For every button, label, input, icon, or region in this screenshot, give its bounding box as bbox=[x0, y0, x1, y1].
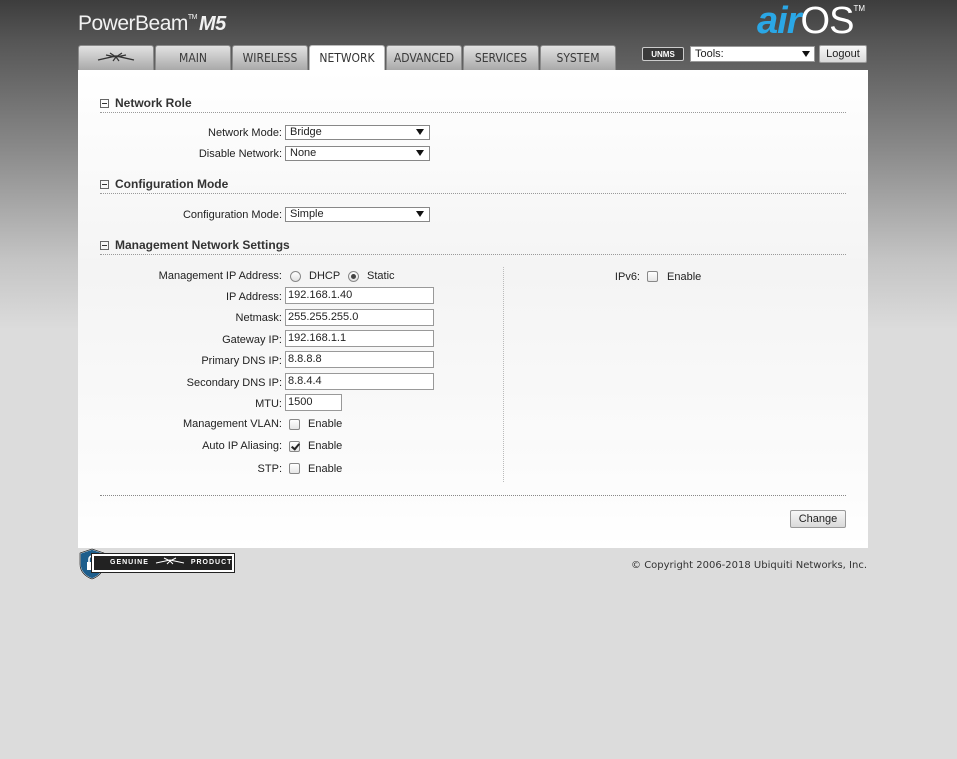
collapse-icon[interactable] bbox=[100, 180, 109, 189]
tools-dropdown[interactable]: Tools: bbox=[690, 46, 815, 62]
tab-system[interactable]: SYSTEM bbox=[540, 45, 616, 70]
network-role-header[interactable]: Network Role bbox=[100, 96, 846, 113]
dhcp-radio[interactable] bbox=[290, 271, 301, 282]
column-divider bbox=[503, 267, 504, 482]
tab-ubiquiti-home[interactable] bbox=[78, 45, 154, 70]
chevron-down-icon bbox=[416, 129, 424, 135]
disable-network-label: Disable Network: bbox=[198, 148, 282, 160]
network-mode-label: Network Mode: bbox=[208, 127, 282, 139]
copyright-text: © Copyright 2006-2018 Ubiquiti Networks,… bbox=[631, 560, 867, 571]
network-mode-value: Bridge bbox=[290, 126, 322, 138]
tab-wireless[interactable]: WIRELESS bbox=[232, 45, 308, 70]
ipv6-enable-label: Enable bbox=[667, 271, 702, 283]
form-footer-divider bbox=[100, 495, 846, 496]
product-label: PRODUCT bbox=[190, 559, 233, 566]
stp-checkbox[interactable] bbox=[289, 463, 300, 474]
airos-logo-os: OS bbox=[800, 0, 855, 42]
netmask-label: Netmask: bbox=[235, 312, 282, 324]
configuration-mode-select[interactable]: Simple bbox=[285, 207, 430, 222]
ipv6-label: IPv6: bbox=[614, 271, 640, 283]
unms-badge[interactable]: UNMS bbox=[642, 47, 684, 61]
chevron-down-icon bbox=[802, 51, 810, 57]
management-vlan-checkbox[interactable] bbox=[289, 419, 300, 430]
auto-ip-aliasing-label: Auto IP Aliasing: bbox=[202, 440, 282, 452]
mtu-input[interactable]: 1500 bbox=[285, 394, 342, 411]
dhcp-radio-label: DHCP bbox=[309, 270, 341, 282]
primary-dns-label: Primary DNS IP: bbox=[201, 355, 282, 367]
brand-name: PowerBeam bbox=[78, 12, 188, 35]
genuine-product-badge: GENUINE PRODUCT bbox=[78, 548, 236, 580]
brand-trademark: TM bbox=[187, 14, 198, 21]
management-vlan-label: Management VLAN: bbox=[182, 418, 282, 430]
disable-network-select[interactable]: None bbox=[285, 146, 430, 161]
management-vlan-enable-label: Enable bbox=[308, 418, 343, 430]
ip-address-input[interactable]: 192.168.1.40 bbox=[285, 287, 434, 304]
genuine-product-banner: GENUINE PRODUCT bbox=[91, 553, 235, 573]
collapse-icon[interactable] bbox=[100, 99, 109, 108]
tab-services[interactable]: SERVICES bbox=[463, 45, 539, 70]
unms-label: UNMS bbox=[651, 50, 675, 59]
management-ip-label: Management IP Address: bbox=[158, 270, 282, 282]
airos-logo: airOSTM bbox=[757, 0, 865, 42]
tools-dropdown-value: Tools: bbox=[695, 48, 724, 60]
gateway-ip-input[interactable]: 192.168.1.1 bbox=[285, 330, 434, 347]
secondary-dns-input[interactable]: 8.8.4.4 bbox=[285, 373, 434, 390]
secondary-dns-label: Secondary DNS IP: bbox=[186, 377, 282, 389]
stp-enable-label: Enable bbox=[308, 463, 343, 475]
airos-logo-air: air bbox=[757, 0, 801, 42]
airos-logo-trademark: TM bbox=[853, 4, 865, 13]
ubiquiti-logo-icon bbox=[155, 557, 184, 565]
tab-main[interactable]: MAIN bbox=[155, 45, 231, 70]
netmask-input[interactable]: 255.255.255.0 bbox=[285, 309, 434, 326]
stp-label: STP: bbox=[257, 463, 282, 475]
management-network-title: Management Network Settings bbox=[115, 238, 290, 252]
mtu-label: MTU: bbox=[255, 398, 282, 410]
chevron-down-icon bbox=[416, 150, 424, 156]
configuration-mode-header[interactable]: Configuration Mode bbox=[100, 177, 846, 194]
collapse-icon[interactable] bbox=[100, 241, 109, 250]
auto-ip-aliasing-checkbox[interactable] bbox=[289, 441, 300, 452]
chevron-down-icon bbox=[416, 211, 424, 217]
configuration-mode-label: Configuration Mode: bbox=[182, 209, 282, 221]
network-settings-panel: Network Role Network Mode: Bridge Disabl… bbox=[78, 70, 868, 548]
static-radio[interactable] bbox=[348, 271, 359, 282]
configuration-mode-value: Simple bbox=[290, 208, 324, 220]
genuine-label: GENUINE bbox=[110, 559, 149, 566]
static-radio-label: Static bbox=[367, 270, 395, 282]
brand-model: M5 bbox=[199, 13, 226, 35]
disable-network-value: None bbox=[290, 147, 317, 159]
ubiquiti-logo-icon bbox=[97, 52, 135, 62]
ipv6-checkbox[interactable] bbox=[647, 271, 658, 282]
primary-dns-input[interactable]: 8.8.8.8 bbox=[285, 351, 434, 368]
change-button[interactable]: Change bbox=[790, 510, 846, 528]
auto-ip-aliasing-enable-label: Enable bbox=[308, 440, 343, 452]
gateway-ip-label: Gateway IP: bbox=[222, 334, 282, 346]
product-brand: PowerBeamTM M5 bbox=[78, 12, 226, 36]
tab-network[interactable]: NETWORK bbox=[309, 45, 385, 71]
network-role-title: Network Role bbox=[115, 96, 192, 110]
tab-advanced[interactable]: ADVANCED bbox=[386, 45, 462, 70]
management-network-header[interactable]: Management Network Settings bbox=[100, 238, 846, 255]
network-mode-select[interactable]: Bridge bbox=[285, 125, 430, 140]
ip-address-label: IP Address: bbox=[225, 291, 282, 303]
logout-button[interactable]: Logout bbox=[819, 45, 867, 63]
configuration-mode-title: Configuration Mode bbox=[115, 177, 229, 191]
